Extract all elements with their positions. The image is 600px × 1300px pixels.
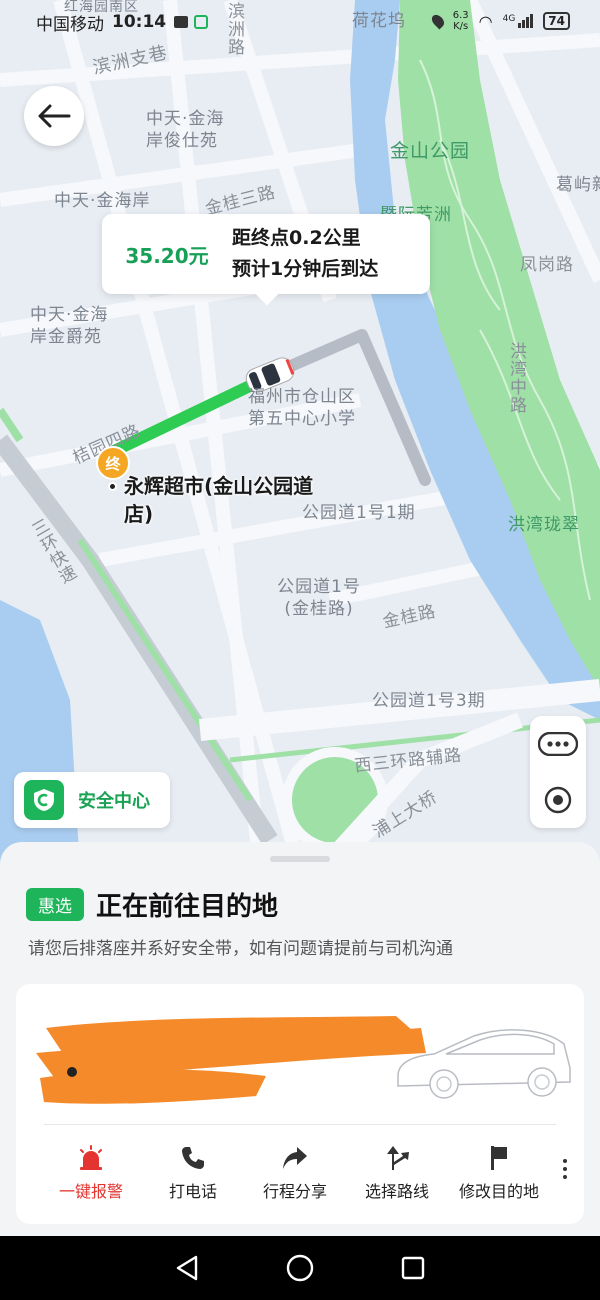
signal-bar (522, 20, 526, 28)
map-label-park-jingui: 公园道1号(金桂路) (277, 577, 361, 619)
share-icon (281, 1140, 309, 1176)
status-bar: 中国移动 10:14 6.3 K/s ◠ 4G 74 (0, 0, 600, 44)
net-speed: 6.3 K/s (453, 10, 469, 32)
action-bar: 一键报警 打电话 行程分享 选择路线 修改目的地 (40, 1140, 580, 1210)
notification-icon (174, 16, 189, 28)
more-actions-button[interactable] (550, 1140, 580, 1210)
service-badge: 惠选 (26, 888, 84, 921)
map-label-gequ: 葛屿新 (556, 175, 600, 195)
call-driver-button[interactable]: 打电话 (142, 1140, 244, 1210)
card-divider (44, 1124, 556, 1125)
trip-status-title: 正在前往目的地 (96, 892, 279, 922)
arrow-left-icon (38, 104, 71, 128)
wifi-icon: ◠ (478, 11, 493, 31)
safety-center-label: 安全中心 (78, 791, 150, 812)
trip-header: 惠选 正在前往目的地 (26, 886, 278, 923)
safety-center-button[interactable]: 安全中心 (14, 772, 170, 828)
nav-recents-button[interactable] (393, 1248, 433, 1288)
location-icon (429, 12, 447, 30)
signal-bar (518, 23, 522, 28)
more-dot (563, 1159, 567, 1163)
redacted-driver-info (36, 1016, 426, 1104)
map-label-park-phase3: 公园道1号3期 (372, 691, 486, 711)
nav-home-button[interactable] (280, 1248, 320, 1288)
map-view[interactable]: 红海园南区 滨洲支巷 滨洲路 荷花坞 中天·金海岸俊仕苑 金山公园 葛屿新 中天… (0, 0, 600, 870)
map-label-school: 福州市仓山区第五中心小学 (248, 387, 356, 429)
square-recents-icon (402, 1256, 425, 1280)
action-label: 行程分享 (262, 1182, 327, 1201)
change-destination-button[interactable]: 修改目的地 (448, 1140, 550, 1210)
signal-indicator: 4G (503, 14, 534, 28)
more-options-button[interactable] (530, 716, 586, 772)
alarm-icon (77, 1140, 105, 1176)
system-navigation-bar (0, 1236, 600, 1300)
destination-dot (108, 482, 117, 491)
signal-bar (530, 14, 534, 28)
clock: 10:14 (112, 12, 167, 32)
car-image (397, 1029, 571, 1099)
action-label: 打电话 (168, 1182, 217, 1201)
distance-to-destination: 距终点0.2公里 (232, 227, 361, 249)
flag-icon (487, 1140, 511, 1176)
map-label-zhongtian-jinjue: 中天·金海岸金爵苑 (30, 305, 109, 347)
ellipsis-icon (538, 732, 578, 756)
net-speed-value: 6.3 (452, 10, 469, 21)
driver-card[interactable]: 一键报警 打电话 行程分享 选择路线 修改目的地 (16, 984, 584, 1224)
triangle-back-icon (176, 1255, 197, 1281)
route-icon (383, 1140, 411, 1176)
phone-icon (180, 1140, 206, 1176)
locate-icon (544, 786, 572, 814)
net-speed-unit: K/s (453, 21, 469, 32)
map-label-fenggang-road: 凤岗路 (520, 255, 574, 275)
map-label-hongwan-bay: 洪湾珑翠 (508, 515, 580, 535)
fare-amount: 35.20元 (125, 243, 209, 268)
drag-handle[interactable] (270, 856, 330, 862)
shield-icon (24, 780, 64, 820)
trip-info-bubble: 35.20元 距终点0.2公里 预计1分钟后到达 (102, 214, 430, 294)
map-controls (530, 716, 586, 828)
map-label-hongwan-road: 洪湾中路 (506, 342, 526, 414)
map-label-zhongtian-junshi: 中天·金海岸俊仕苑 (146, 109, 225, 151)
signal-bar (526, 17, 530, 28)
map-label-jinshan-park: 金山公园 (390, 140, 471, 162)
carrier-name: 中国移动 (36, 14, 104, 35)
action-label: 选择路线 (364, 1182, 429, 1201)
nav-back-button[interactable] (167, 1248, 207, 1288)
locate-button[interactable] (530, 772, 586, 828)
action-label: 一键报警 (58, 1182, 123, 1201)
share-trip-button[interactable]: 行程分享 (244, 1140, 346, 1210)
choose-route-button[interactable]: 选择路线 (346, 1140, 448, 1210)
trip-bottom-sheet[interactable]: 惠选 正在前往目的地 请您后排落座并系好安全带，如有问题请提前与司机沟通 一键报… (0, 842, 600, 1236)
map-label-zhongtian-coast: 中天·金海岸 (54, 191, 151, 211)
action-label: 修改目的地 (458, 1182, 539, 1201)
more-dot (563, 1167, 567, 1171)
emergency-alarm-button[interactable]: 一键报警 (40, 1140, 142, 1210)
circle-home-icon (286, 1254, 314, 1282)
trip-status-subtitle: 请您后排落座并系好安全带，如有问题请提前与司机沟通 (28, 939, 453, 959)
app-notification-icon (194, 15, 209, 29)
destination-name: 永辉超市(金山公园道店) (124, 474, 314, 526)
more-dot (563, 1175, 567, 1179)
estimated-arrival: 预计1分钟后到达 (232, 258, 379, 280)
battery-indicator: 74 (543, 12, 570, 30)
network-type: 4G (502, 14, 516, 24)
destination-marker-text: 终 (105, 454, 121, 473)
back-button[interactable] (24, 86, 84, 146)
